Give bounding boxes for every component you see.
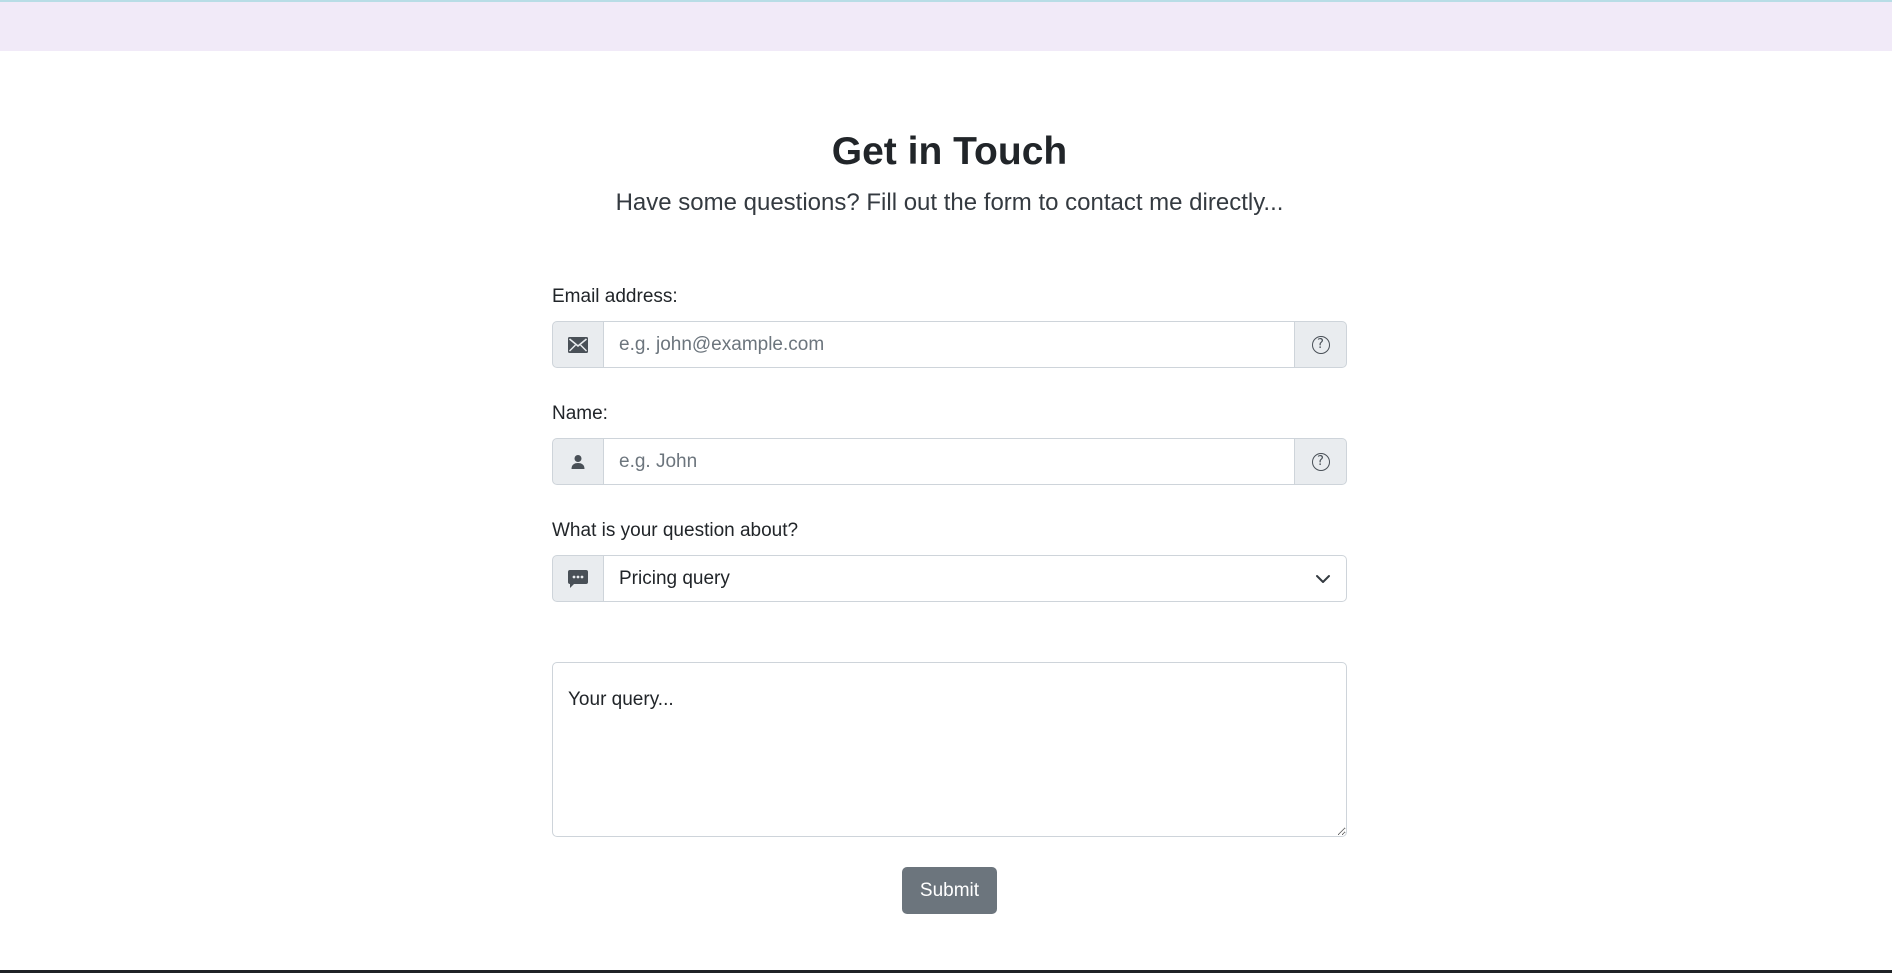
person-icon — [552, 438, 604, 485]
name-input[interactable] — [604, 438, 1295, 485]
topic-selected-value: Pricing query — [619, 567, 730, 589]
name-help-button[interactable]: ? — [1295, 438, 1347, 485]
name-input-group: ? — [552, 438, 1347, 485]
top-bar — [0, 0, 1892, 51]
email-input[interactable] — [604, 321, 1295, 368]
email-help-button[interactable]: ? — [1295, 321, 1347, 368]
topic-select-group: Pricing query — [552, 555, 1347, 602]
name-label: Name: — [552, 403, 608, 424]
submit-button[interactable]: Submit — [902, 867, 997, 914]
chevron-down-icon — [1316, 574, 1330, 583]
page-subtitle: Have some questions? Fill out the form t… — [615, 189, 1284, 216]
question-circle-icon: ? — [1311, 335, 1330, 354]
email-label: Email address: — [552, 286, 678, 307]
envelope-icon — [552, 321, 604, 368]
query-textarea[interactable] — [552, 662, 1347, 837]
email-input-group: ? — [552, 321, 1347, 368]
chat-dots-icon — [552, 555, 604, 602]
page-title: Get in Touch — [831, 130, 1068, 173]
question-circle-icon: ? — [1311, 452, 1330, 471]
topic-select[interactable]: Pricing query — [604, 555, 1347, 602]
topic-label: What is your question about? — [552, 520, 799, 541]
